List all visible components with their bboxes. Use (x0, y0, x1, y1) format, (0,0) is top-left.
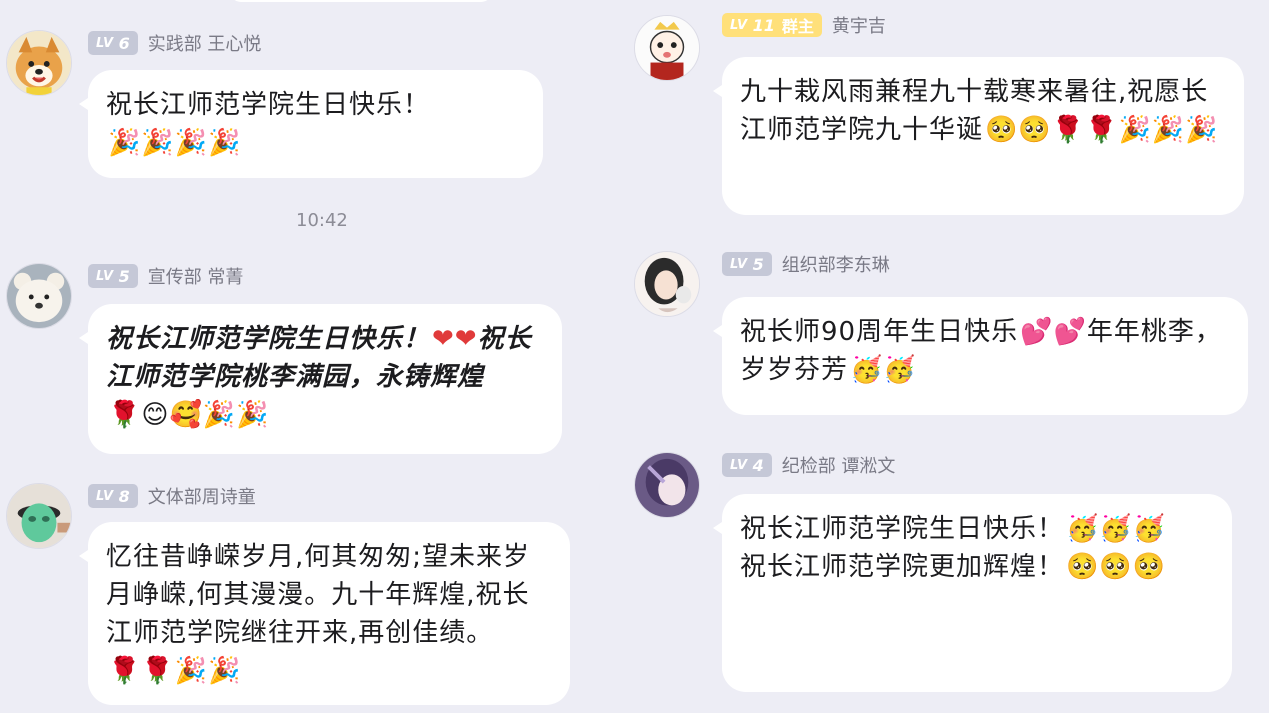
message-bubble[interactable]: 九十栽风雨兼程九十载寒来暑往,祝愿长江师范学院九十华诞🥺🥺🌹🌹🎉🎉🎉 (713, 57, 1244, 215)
level-tag: LV (96, 488, 114, 504)
party-face-emoji: 🥳🥳🥳 (1066, 514, 1167, 544)
message-meta: LV 8 文体部周诗童 (88, 483, 256, 509)
message-bubble[interactable]: 祝长江师范学院生日快乐！ 🎉🎉🎉🎉 (79, 70, 543, 178)
message-bubble[interactable]: 祝长江师范学院生日快乐！🥳🥳🥳 祝长江师范学院更加辉煌！🥺🥺🥺 (713, 494, 1232, 692)
message-text: 祝长江师范学院生日快乐！ (740, 514, 1065, 544)
level-badge: LV 8 (88, 484, 138, 508)
level-number: 5 (118, 266, 130, 286)
pleading-face-emoji: 🥺🥺🥺 (1066, 552, 1167, 582)
rose-party-emoji: 🌹🌹🎉🎉 (108, 656, 242, 686)
level-number: 4 (752, 455, 764, 475)
heart-emoji: ❤❤ (432, 324, 478, 354)
white-bear-avatar[interactable] (6, 263, 72, 329)
sender-name: 纪检部 谭淞文 (781, 456, 896, 477)
party-face-emoji: 🥳🥳 (850, 355, 917, 385)
level-badge: LV 5 (88, 264, 138, 288)
previous-message-bubble (230, 0, 492, 2)
message-text: 忆往昔峥嵘岁月,何其匆匆;望未来岁月峥嵘,何其漫漫。九十年辉煌,祝长江师范学院继… (106, 542, 531, 648)
level-number: 8 (118, 486, 130, 506)
group-owner-label: 群主 (781, 17, 814, 36)
sender-name: 组织部李东琳 (781, 255, 890, 276)
message-meta: LV 5 组织部李东琳 (722, 251, 890, 277)
rose-smile-party-emoji: 🌹😊🥰🎉🎉 (108, 400, 270, 430)
message-text: 祝长师90周年生日快乐 (740, 317, 1019, 347)
level-number: 11 (752, 15, 775, 35)
cartoon-prince-avatar[interactable] (634, 15, 700, 81)
level-badge-owner: LV 11 群主 (722, 13, 822, 37)
message-text: 祝长江师范学院生日快乐！ (106, 324, 431, 354)
message-text-continued: 祝长江师范学院更加辉煌！ (740, 552, 1065, 582)
level-badge: LV 6 (88, 31, 138, 55)
level-badge: LV 5 (722, 252, 772, 276)
level-tag: LV (730, 256, 748, 272)
message-meta: LV 5 宣传部 常菁 (88, 263, 243, 289)
message-bubble[interactable]: 祝长江师范学院生日快乐！❤❤祝长江师范学院桃李满园，永铸辉煌 🌹😊🥰🎉🎉 (79, 304, 562, 454)
party-popper-emoji: 🎉🎉🎉🎉 (108, 128, 242, 158)
message-meta: LV 4 纪检部 谭淞文 (722, 452, 895, 478)
message-meta: LV 11 群主 黄宇吉 (722, 12, 886, 38)
sender-name: 实践部 王心悦 (147, 34, 262, 55)
sender-name: 文体部周诗童 (147, 487, 256, 508)
chat-view: LV 6 实践部 王心悦 祝长江师范学院生日快乐！🎉🎉🎉🎉 10:42 LV 5 宣… (0, 0, 1269, 713)
level-tag: LV (730, 457, 748, 473)
sender-name: 宣传部 常菁 (147, 267, 244, 288)
level-badge: LV 4 (722, 453, 772, 477)
level-number: 5 (752, 254, 764, 274)
level-tag: LV (96, 35, 114, 51)
green-mask-avatar[interactable] (6, 483, 72, 549)
level-number: 6 (118, 33, 130, 53)
message-text: 祝长江师范学院生日快乐！ (106, 90, 431, 120)
sender-name: 黄宇吉 (831, 16, 886, 37)
shiba-dog-avatar[interactable] (6, 30, 72, 96)
message-bubble[interactable]: 忆往昔峥嵘岁月,何其匆匆;望未来岁月峥嵘,何其漫漫。九十年辉煌,祝长江师范学院继… (79, 522, 570, 705)
level-tag: LV (96, 268, 114, 284)
level-tag: LV (730, 17, 748, 33)
message-meta: LV 6 实践部 王心悦 (88, 30, 261, 56)
anime-girl-avatar[interactable] (634, 251, 700, 317)
message-timestamp: 10:42 (296, 210, 348, 231)
pleading-rose-party-emoji: 🥺🥺🌹🌹🎉🎉🎉 (985, 115, 1219, 145)
pink-hearts-emoji: 💕💕 (1020, 317, 1087, 347)
message-bubble[interactable]: 祝长师90周年生日快乐💕💕年年桃李，岁岁芬芳🥳🥳 (713, 297, 1248, 415)
anime-character-avatar[interactable] (634, 452, 700, 518)
